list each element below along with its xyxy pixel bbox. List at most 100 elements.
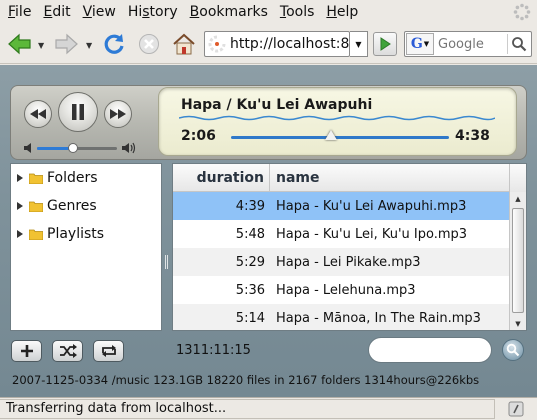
plus-icon <box>20 345 33 357</box>
expander-icon[interactable] <box>17 202 23 210</box>
header-corner <box>509 164 526 192</box>
rewind-icon <box>30 109 46 119</box>
previous-button[interactable] <box>24 100 52 128</box>
track-name: Hapa - Lelehuna.mp3 <box>276 282 416 298</box>
table-row[interactable]: 5:14 Hapa - Mānoa, In The Rain.mp3 <box>173 304 510 330</box>
playlist-search-field[interactable] <box>368 337 492 363</box>
track-name: Hapa - Ku'u Lei Awapuhi.mp3 <box>276 198 467 214</box>
table-row[interactable]: 4:39 Hapa - Ku'u Lei Awapuhi.mp3 <box>173 192 510 220</box>
menu-history[interactable]: History <box>122 0 184 24</box>
volume-knob[interactable] <box>68 143 78 153</box>
pause-button[interactable] <box>58 92 98 132</box>
menu-view[interactable]: View <box>77 0 122 24</box>
seek-bar[interactable] <box>231 130 449 140</box>
navigation-toolbar: ▼ ▼ http://localhost:8 ▼ G ▼ Google <box>0 24 537 64</box>
scroll-down-icon[interactable]: ▼ <box>510 317 526 330</box>
shuffle-icon <box>59 344 77 358</box>
tree-item-genres[interactable]: Genres <box>11 192 161 220</box>
music-player-app: Hapa / Ku'u Lei Awapuhi 2:06 4:38 Folder… <box>0 65 537 397</box>
url-history-dropdown[interactable]: ▼ <box>350 31 368 57</box>
library-tree: Folders Genres Playlists <box>10 163 162 331</box>
next-button[interactable] <box>104 100 132 128</box>
back-button[interactable] <box>6 30 34 58</box>
home-button[interactable] <box>170 30 198 58</box>
menu-edit[interactable]: Edit <box>37 0 76 24</box>
forward-button[interactable] <box>52 30 80 58</box>
table-header: duration name <box>173 164 526 192</box>
tree-item-playlists[interactable]: Playlists <box>11 220 161 248</box>
total-duration: 4:38 <box>455 128 490 144</box>
playlist-search-button[interactable] <box>502 339 524 361</box>
track-duration: 5:14 <box>235 310 265 326</box>
web-search-box: G ▼ <box>404 31 532 57</box>
menu-bookmarks[interactable]: Bookmarks <box>184 0 274 24</box>
web-search-button[interactable] <box>507 34 529 54</box>
volume-control <box>23 141 138 155</box>
column-header-duration[interactable]: duration <box>173 164 270 191</box>
url-bar[interactable]: http://localhost:8 <box>204 31 350 57</box>
expander-icon[interactable] <box>17 230 23 238</box>
search-icon <box>506 343 520 357</box>
track-name: Hapa - Ku'u Lei, Ku'u Ipo.mp3 <box>276 226 468 242</box>
elapsed-time: 2:06 <box>181 128 216 144</box>
vertical-scrollbar[interactable]: ▲ ▼ <box>509 192 526 330</box>
page-favicon-icon <box>208 34 226 54</box>
track-table: duration name 4:39 Hapa - Ku'u Lei Awapuh… <box>172 163 527 331</box>
menu-help[interactable]: Help <box>320 0 364 24</box>
pane-splitter[interactable] <box>165 255 169 269</box>
back-dropdown-icon[interactable]: ▼ <box>38 41 44 50</box>
offline-status-icon <box>508 401 524 417</box>
folder-icon <box>29 229 43 240</box>
repeat-button[interactable] <box>93 340 124 362</box>
throbber-icon <box>513 3 531 21</box>
fast-forward-icon <box>110 109 126 119</box>
add-button[interactable] <box>11 340 42 362</box>
pause-icon <box>72 104 84 120</box>
speaker-low-icon <box>24 143 31 153</box>
playlist-search-input[interactable] <box>381 343 481 357</box>
scrollbar-thumb[interactable] <box>512 208 524 313</box>
track-name: Hapa - Mānoa, In The Rain.mp3 <box>276 310 481 326</box>
forward-arrow-icon <box>55 33 78 55</box>
stop-icon <box>139 34 159 54</box>
seek-knob[interactable] <box>325 130 338 140</box>
web-search-input[interactable] <box>438 36 508 52</box>
google-logo-icon: G <box>410 36 423 52</box>
tree-item-folders[interactable]: Folders <box>11 164 161 192</box>
volume-slider[interactable] <box>37 143 117 153</box>
table-row[interactable]: 5:36 Hapa - Lelehuna.mp3 <box>173 276 510 304</box>
scroll-up-icon[interactable]: ▲ <box>510 192 526 206</box>
reload-button[interactable] <box>100 30 128 58</box>
folder-icon <box>29 173 43 184</box>
status-bar: Transferring data from localhost... <box>0 397 537 420</box>
tree-item-label: Folders <box>47 170 98 186</box>
stop-button[interactable] <box>136 30 162 58</box>
menu-bar: File Edit View History Bookmarks Tools Help <box>0 0 537 24</box>
column-header-name[interactable]: name <box>270 164 526 191</box>
shuffle-button[interactable] <box>52 340 83 362</box>
table-row[interactable]: 5:29 Hapa - Lei Pikake.mp3 <box>173 248 510 276</box>
go-arrow-icon <box>380 37 391 51</box>
tree-item-label: Playlists <box>47 226 105 242</box>
back-arrow-icon <box>8 33 31 55</box>
table-row[interactable]: 5:48 Hapa - Ku'u Lei, Ku'u Ipo.mp3 <box>173 220 510 248</box>
track-duration: 5:36 <box>235 282 265 298</box>
waveform-line <box>179 115 495 121</box>
speaker-high-icon <box>122 142 136 154</box>
track-name: Hapa - Lei Pikake.mp3 <box>276 254 421 270</box>
menu-tools[interactable]: Tools <box>274 0 321 24</box>
status-text: Transferring data from localhost... <box>0 399 495 419</box>
track-duration: 4:39 <box>235 198 265 214</box>
home-icon <box>173 33 195 55</box>
now-playing-title: Hapa / Ku'u Lei Awapuhi <box>181 97 373 113</box>
search-engine-selector[interactable]: G ▼ <box>406 33 434 55</box>
go-button[interactable] <box>373 32 397 56</box>
reload-icon <box>104 34 124 54</box>
expander-icon[interactable] <box>17 174 23 182</box>
playlist-total-time: 1311:11:15 <box>176 343 251 358</box>
player-panel: Hapa / Ku'u Lei Awapuhi 2:06 4:38 <box>10 85 527 160</box>
menu-file[interactable]: File <box>2 0 37 24</box>
forward-dropdown-icon[interactable]: ▼ <box>86 41 92 50</box>
url-text[interactable]: http://localhost:8 <box>230 36 349 52</box>
magnifier-icon <box>511 37 526 52</box>
